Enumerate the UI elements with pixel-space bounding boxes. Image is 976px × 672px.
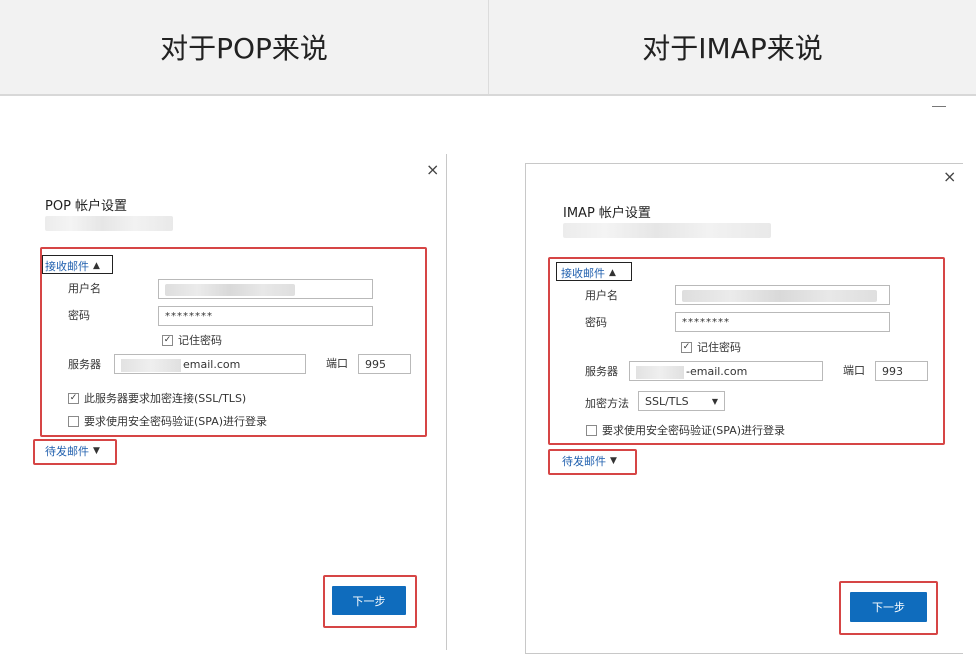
- outgoing-mail-label: 待发邮件: [562, 455, 606, 468]
- encryption-label: 加密方法: [585, 397, 629, 410]
- port-label: 端口: [326, 357, 348, 370]
- email-address-redacted: [563, 223, 771, 238]
- remember-password-row[interactable]: ✓ 记住密码: [162, 332, 222, 348]
- incoming-mail-toggle[interactable]: 接收邮件 ▲: [561, 265, 616, 281]
- close-icon[interactable]: ×: [943, 169, 956, 185]
- ssl-label: 此服务器要求加密连接(SSL/TLS): [84, 392, 247, 405]
- username-redacted: [165, 284, 295, 296]
- incoming-mail-highlight: [40, 247, 427, 437]
- password-input[interactable]: ********: [675, 312, 890, 332]
- chevron-down-icon: ▼: [93, 446, 100, 456]
- spa-label: 要求使用安全密码验证(SPA)进行登录: [602, 424, 786, 437]
- spa-checkbox[interactable]: [586, 424, 597, 436]
- outgoing-mail-label: 待发邮件: [45, 445, 89, 458]
- chevron-up-icon: ▲: [609, 268, 616, 278]
- server-value: -email.com: [686, 365, 748, 378]
- checkmark-icon: ✓: [69, 393, 78, 403]
- outgoing-mail-toggle[interactable]: 待发邮件 ▼: [45, 443, 100, 459]
- chevron-down-icon: ▼: [711, 396, 718, 406]
- username-label: 用户名: [585, 289, 618, 302]
- dialog-title: IMAP 帐户设置: [563, 206, 651, 221]
- ssl-checkbox[interactable]: ✓: [68, 392, 79, 404]
- username-input[interactable]: [675, 285, 890, 305]
- encryption-value: SSL/TLS: [645, 394, 689, 408]
- incoming-mail-label: 接收邮件: [45, 260, 89, 273]
- port-input[interactable]: 995: [358, 354, 411, 374]
- server-prefix-redacted: [121, 358, 181, 372]
- checkmark-icon: ✓: [163, 335, 172, 345]
- pop-settings-dialog: × POP 帐户设置 接收邮件 ▲ 用户名 密码 ******** ✓ 记住密码…: [0, 154, 447, 650]
- remember-password-label: 记住密码: [697, 341, 741, 354]
- next-button[interactable]: 下一步: [850, 592, 927, 622]
- chevron-up-icon: ▲: [93, 261, 100, 271]
- username-input[interactable]: [158, 279, 373, 299]
- username-label: 用户名: [68, 282, 101, 295]
- remember-password-checkbox[interactable]: ✓: [681, 341, 692, 353]
- imap-settings-dialog: × IMAP 帐户设置 接收邮件 ▲ 用户名 密码 ******** ✓ 记住密…: [525, 163, 963, 654]
- password-label: 密码: [68, 309, 90, 322]
- password-label: 密码: [585, 316, 607, 329]
- spa-checkbox[interactable]: [68, 415, 79, 427]
- encryption-select[interactable]: SSL/TLS ▼: [638, 391, 725, 411]
- server-input[interactable]: -email.com: [629, 361, 823, 381]
- incoming-mail-toggle[interactable]: 接收邮件 ▲: [45, 258, 100, 274]
- close-icon[interactable]: ×: [426, 162, 439, 178]
- spa-label: 要求使用安全密码验证(SPA)进行登录: [84, 415, 268, 428]
- server-label: 服务器: [68, 358, 101, 371]
- server-input[interactable]: email.com: [114, 354, 306, 374]
- port-input[interactable]: 993: [875, 361, 928, 381]
- port-label: 端口: [843, 364, 865, 377]
- next-button[interactable]: 下一步: [332, 586, 406, 615]
- spa-row[interactable]: 要求使用安全密码验证(SPA)进行登录: [586, 422, 785, 438]
- imap-column-title: 对于IMAP来说: [642, 32, 823, 65]
- outgoing-mail-toggle[interactable]: 待发邮件 ▼: [562, 453, 617, 469]
- chevron-down-icon: ▼: [610, 456, 617, 466]
- server-prefix-redacted: [636, 365, 684, 379]
- server-value: email.com: [183, 358, 241, 371]
- comparison-header: 对于POP来说 对于IMAP来说: [0, 0, 976, 96]
- checkmark-icon: ✓: [682, 342, 691, 352]
- incoming-mail-label: 接收邮件: [561, 267, 605, 280]
- server-label: 服务器: [585, 365, 618, 378]
- remember-password-label: 记住密码: [178, 334, 222, 347]
- pop-column-title: 对于POP来说: [0, 0, 489, 94]
- remember-password-checkbox[interactable]: ✓: [162, 334, 173, 346]
- ssl-row[interactable]: ✓ 此服务器要求加密连接(SSL/TLS): [68, 390, 246, 406]
- email-address-redacted: [45, 216, 173, 231]
- dialog-title: POP 帐户设置: [45, 199, 128, 214]
- spa-row[interactable]: 要求使用安全密码验证(SPA)进行登录: [68, 413, 267, 429]
- username-redacted: [682, 290, 877, 302]
- remember-password-row[interactable]: ✓ 记住密码: [681, 339, 741, 355]
- minimize-icon[interactable]: [932, 106, 946, 107]
- password-input[interactable]: ********: [158, 306, 373, 326]
